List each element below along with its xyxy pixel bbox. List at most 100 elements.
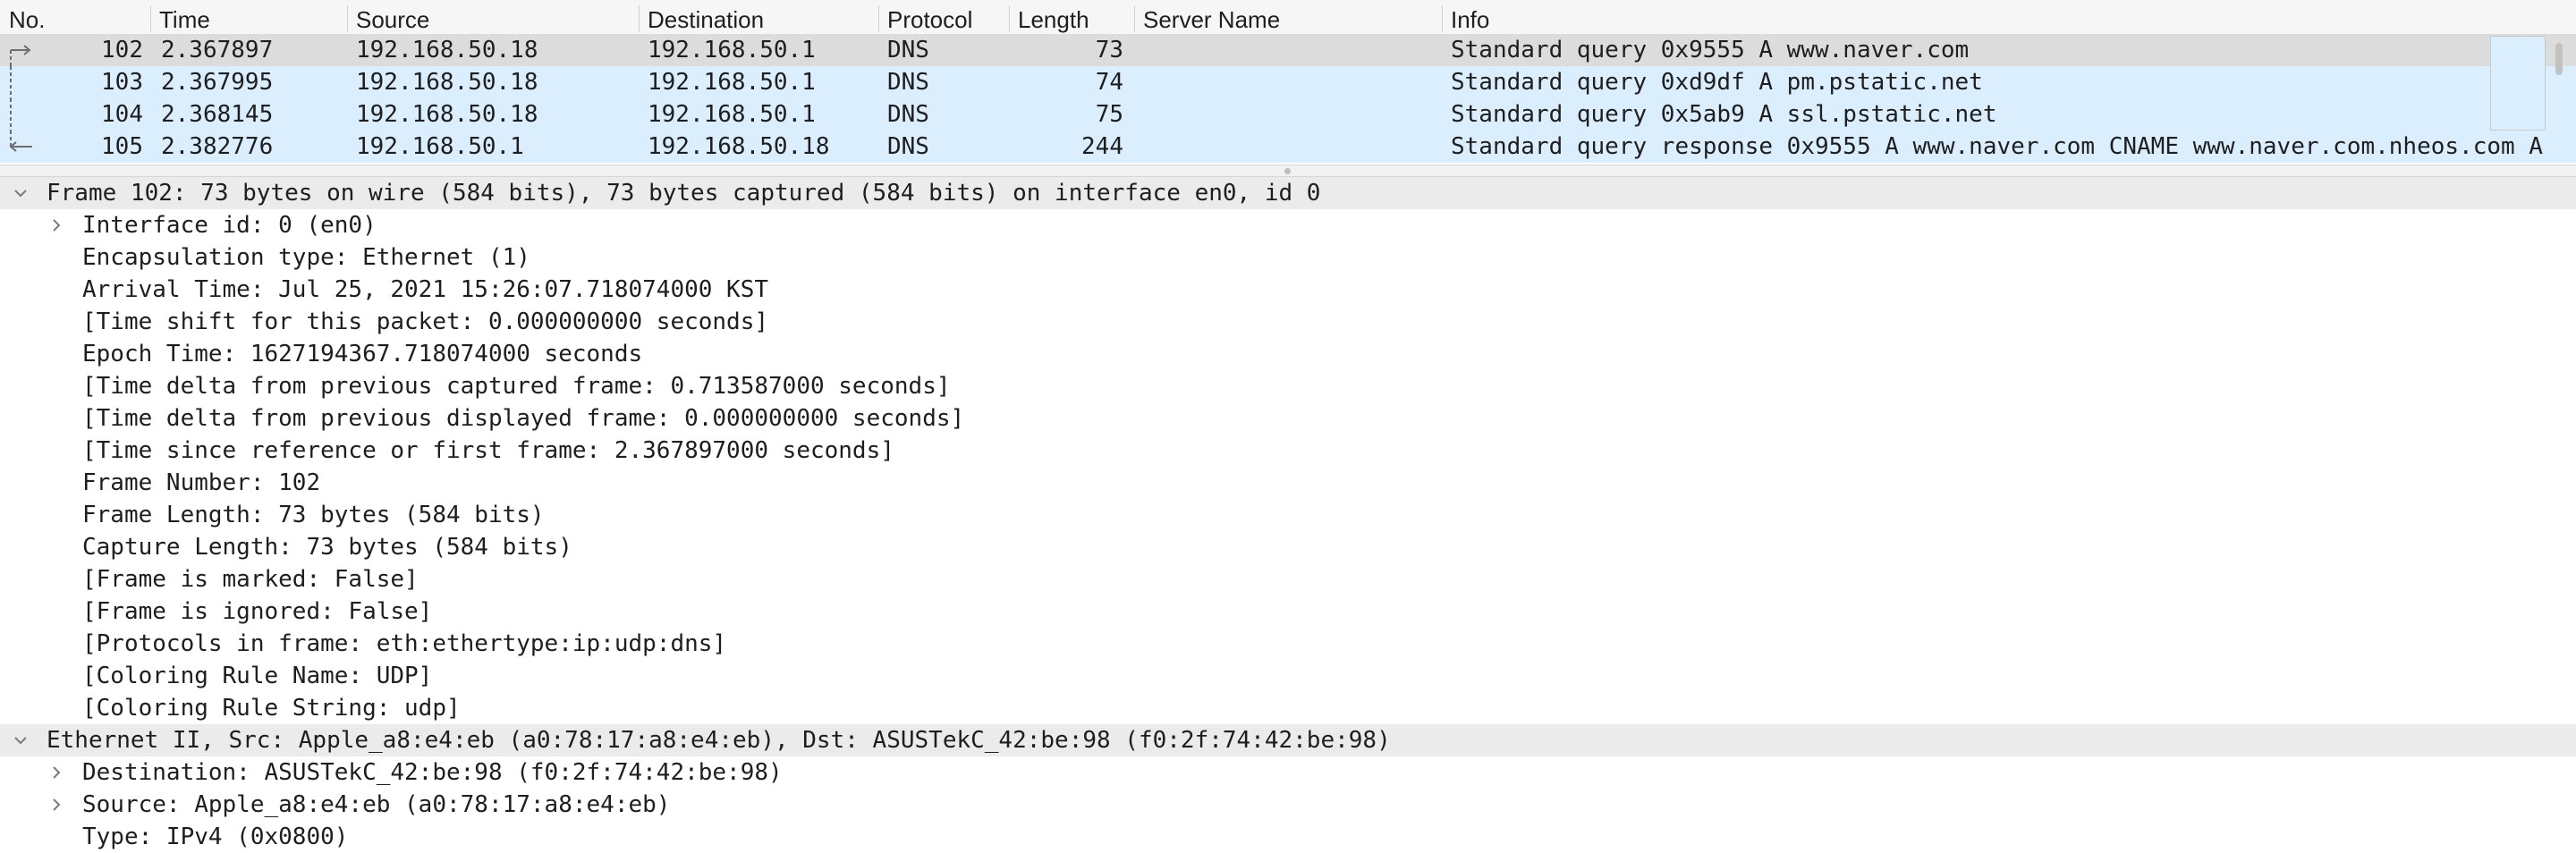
tree-item-field[interactable]: [Coloring Rule Name: UDP] [0,660,2576,692]
vertical-scrollbar[interactable] [2551,36,2565,161]
splitter-handle-icon[interactable] [1284,168,1291,174]
column-header-server-name[interactable]: Server Name [1134,0,1442,36]
cell-source: 192.168.50.18 [356,69,538,96]
column-header-no[interactable]: No. [0,0,150,36]
tree-item-label: [Time delta from previous captured frame… [82,373,951,400]
cell-info: Standard query 0xd9df A pm.pstatic.net [1451,69,1983,96]
tree-item-label: [Time shift for this packet: 0.000000000… [82,308,769,335]
cell-protocol: DNS [887,101,929,128]
chevron-right-icon[interactable] [47,209,66,241]
cell-server-name [1143,98,1438,131]
cell-time: 2.367897 [161,37,274,63]
related-line [7,98,38,131]
column-header-info[interactable]: Info [1442,0,2488,36]
cell-time: 2.382776 [161,133,274,160]
chevron-down-icon[interactable] [11,724,30,756]
cell-info: Standard query response 0x9555 A www.nav… [1451,133,2558,160]
tree-item-field[interactable]: [Frame is ignored: False] [0,595,2576,628]
cell-destination: 192.168.50.1 [648,69,816,96]
cell-server-name [1143,66,1438,98]
cell-server-name [1143,34,1438,66]
cell-time: 2.367995 [161,69,274,96]
cell-protocol: DNS [887,133,929,160]
cell-source: 192.168.50.18 [356,37,538,63]
tree-item-field[interactable]: [Frame is marked: False] [0,563,2576,595]
tree-item-eth-destination[interactable]: Destination: ASUSTekC_42:be:98 (f0:2f:74… [0,756,2576,789]
column-header-protocol[interactable]: Protocol [878,0,1009,36]
tree-item-label: Frame Number: 102 [82,469,321,496]
tree-item-field[interactable]: Capture Length: 73 bytes (584 bits) [0,531,2576,563]
tree-item-label: [Protocols in frame: eth:ethertype:ip:ud… [82,630,727,657]
cell-destination: 192.168.50.18 [648,133,830,160]
cell-destination: 192.168.50.1 [648,37,816,63]
column-header-source[interactable]: Source [347,0,639,36]
tree-item-ethernet[interactable]: Ethernet II, Src: Apple_a8:e4:eb (a0:78:… [0,724,2576,756]
column-header-destination[interactable]: Destination [639,0,878,36]
cell-source: 192.168.50.18 [356,101,538,128]
tree-item-label: Frame Length: 73 bytes (584 bits) [82,502,545,528]
packet-row[interactable]: 104 2.368145 192.168.50.18 192.168.50.1 … [0,98,2576,131]
tree-item-label: [Frame is ignored: False] [82,598,433,625]
tree-item-label: Epoch Time: 1627194367.718074000 seconds [82,341,643,367]
cell-destination: 192.168.50.1 [648,101,816,128]
chevron-right-icon[interactable] [47,756,66,789]
related-line [7,66,38,98]
packet-details-tree[interactable]: Frame 102: 73 bytes on wire (584 bits), … [0,177,2576,853]
tree-item-label: Interface id: 0 (en0) [82,212,377,239]
cell-source: 192.168.50.1 [356,133,524,160]
tree-item-label: Arrival Time: Jul 25, 2021 15:26:07.7180… [82,276,769,303]
tree-item-label: Encapsulation type: Ethernet (1) [82,244,530,271]
pane-splitter[interactable] [0,165,2576,177]
packet-row[interactable]: 103 2.367995 192.168.50.18 192.168.50.1 … [0,66,2576,98]
cell-info: Standard query 0x9555 A www.naver.com [1451,37,1970,63]
cell-info: Standard query 0x5ab9 A ssl.pstatic.net [1451,101,1997,128]
tree-item-field[interactable]: [Time delta from previous displayed fram… [0,402,2576,435]
cell-length: 73 [1095,37,1123,63]
tree-item-field[interactable]: [Coloring Rule String: udp] [0,692,2576,724]
cell-no: 102 [101,37,143,63]
tree-item-field[interactable]: [Time shift for this packet: 0.000000000… [0,306,2576,338]
tree-item-label: Ethernet II, Src: Apple_a8:e4:eb (a0:78:… [47,727,1391,754]
tree-item-field[interactable]: [Time delta from previous captured frame… [0,370,2576,402]
packet-row[interactable]: 105 2.382776 192.168.50.1 192.168.50.18 … [0,131,2576,163]
packet-minimap[interactable] [2490,36,2546,131]
tree-item-field[interactable]: Arrival Time: Jul 25, 2021 15:26:07.7180… [0,274,2576,306]
column-header-length[interactable]: Length [1009,0,1134,36]
tree-item-label: Destination: ASUSTekC_42:be:98 (f0:2f:74… [82,759,783,786]
related-response-icon [7,131,38,163]
cell-length: 244 [1081,133,1123,160]
cell-server-name [1143,131,1438,163]
chevron-right-icon[interactable] [47,789,66,821]
cell-length: 75 [1095,101,1123,128]
tree-item-field[interactable]: [Time since reference or first frame: 2.… [0,435,2576,467]
tree-item-eth-source[interactable]: Source: Apple_a8:e4:eb (a0:78:17:a8:e4:e… [0,789,2576,821]
tree-item-label: [Coloring Rule String: udp] [82,695,461,722]
tree-item-field[interactable]: Epoch Time: 1627194367.718074000 seconds [0,338,2576,370]
tree-item-label: Frame 102: 73 bytes on wire (584 bits), … [47,180,1321,207]
tree-item-label: [Time delta from previous displayed fram… [82,405,965,432]
packet-list-header: No. Time Source Destination Protocol Len… [0,0,2576,37]
tree-item-field[interactable]: Encapsulation type: Ethernet (1) [0,241,2576,274]
tree-item-field[interactable]: Frame Length: 73 bytes (584 bits) [0,499,2576,531]
tree-item-label: [Coloring Rule Name: UDP] [82,663,433,689]
tree-item-field[interactable]: [Protocols in frame: eth:ethertype:ip:ud… [0,628,2576,660]
scrollbar-thumb[interactable] [2555,43,2563,75]
cell-no: 104 [101,101,143,128]
tree-item-label: [Time since reference or first frame: 2.… [82,437,894,464]
packet-list[interactable]: No. Time Source Destination Protocol Len… [0,0,2576,165]
tree-item-interface[interactable]: Interface id: 0 (en0) [0,209,2576,241]
column-header-time[interactable]: Time [150,0,347,36]
tree-item-frame[interactable]: Frame 102: 73 bytes on wire (584 bits), … [0,177,2576,209]
tree-item-label: Type: IPv4 (0x0800) [82,823,349,850]
cell-protocol: DNS [887,37,929,63]
cell-time: 2.368145 [161,101,274,128]
cell-protocol: DNS [887,69,929,96]
cell-no: 105 [101,133,143,160]
tree-item-label: [Frame is marked: False] [82,566,419,593]
chevron-down-icon[interactable] [11,177,30,209]
tree-item-field[interactable]: Frame Number: 102 [0,467,2576,499]
tree-item-eth-type[interactable]: Type: IPv4 (0x0800) [0,821,2576,853]
tree-item-label: Capture Length: 73 bytes (584 bits) [82,534,572,561]
packet-row-selected[interactable]: 102 2.367897 192.168.50.18 192.168.50.1 … [0,34,2576,66]
related-request-icon [7,34,38,66]
